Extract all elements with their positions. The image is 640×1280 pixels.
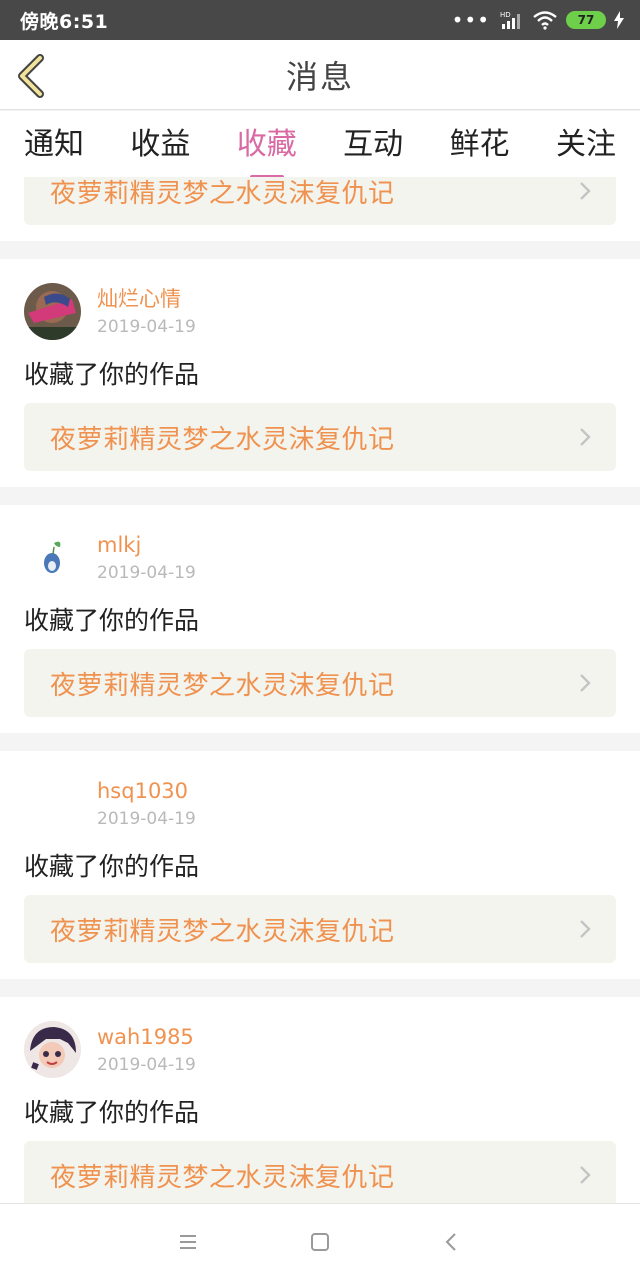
chevron-right-icon xyxy=(580,920,591,938)
chevron-right-icon xyxy=(580,182,591,200)
tab-bar: 通知 收益 收藏 互动 鲜花 关注 xyxy=(0,111,640,177)
message-card: wah1985 2019-04-19 收藏了你的作品 夜萝莉精灵梦之水灵沫复仇记 xyxy=(0,997,640,1203)
work-title: 夜萝莉精灵梦之水灵沫复仇记 xyxy=(50,670,395,701)
action-text: 收藏了你的作品 xyxy=(24,360,200,389)
divider xyxy=(0,487,640,505)
signal-icon: HD xyxy=(500,11,520,29)
user-info: 灿烂心情 2019-04-19 xyxy=(24,283,616,341)
message-date: 2019-04-19 xyxy=(97,1055,196,1075)
user-info: wah1985 2019-04-19 xyxy=(24,1021,616,1079)
message-date: 2019-04-19 xyxy=(97,809,196,829)
message-list: 夜萝莉精灵梦之水灵沫复仇记 灿烂心情 2019-04-19 收藏了你的作品 夜萝… xyxy=(0,177,640,1203)
user-info: mlkj 2019-04-19 xyxy=(24,529,616,587)
menu-icon[interactable] xyxy=(177,1233,199,1251)
chevron-right-icon xyxy=(580,1166,591,1184)
wifi-icon xyxy=(533,11,557,30)
work-link[interactable]: 夜萝莉精灵梦之水灵沫复仇记 xyxy=(24,649,616,717)
username[interactable]: 灿烂心情 xyxy=(97,285,196,313)
message-card: 灿烂心情 2019-04-19 收藏了你的作品 夜萝莉精灵梦之水灵沫复仇记 xyxy=(0,259,640,487)
work-title: 夜萝莉精灵梦之水灵沫复仇记 xyxy=(50,916,395,947)
work-link[interactable]: 夜萝莉精灵梦之水灵沫复仇记 xyxy=(24,177,616,225)
work-link[interactable]: 夜萝莉精灵梦之水灵沫复仇记 xyxy=(24,1141,616,1203)
username[interactable]: hsq1030 xyxy=(97,777,196,805)
username[interactable]: wah1985 xyxy=(97,1023,196,1051)
message-card: hsq1030 2019-04-19 收藏了你的作品 夜萝莉精灵梦之水灵沫复仇记 xyxy=(0,751,640,979)
message-card: 夜萝莉精灵梦之水灵沫复仇记 xyxy=(0,177,640,241)
divider xyxy=(0,979,640,997)
tab-follows[interactable]: 关注 xyxy=(556,119,616,169)
chevron-right-icon xyxy=(580,674,591,692)
username[interactable]: mlkj xyxy=(97,531,196,559)
tab-flowers[interactable]: 鲜花 xyxy=(450,119,510,169)
work-title: 夜萝莉精灵梦之水灵沫复仇记 xyxy=(50,424,395,455)
chevron-right-icon xyxy=(580,428,591,446)
message-date: 2019-04-19 xyxy=(97,317,196,337)
charging-icon xyxy=(614,11,624,29)
work-link[interactable]: 夜萝莉精灵梦之水灵沫复仇记 xyxy=(24,895,616,963)
nav-back-icon[interactable] xyxy=(441,1231,463,1253)
user-meta: mlkj 2019-04-19 xyxy=(97,529,196,587)
tab-earnings[interactable]: 收益 xyxy=(130,119,190,169)
tab-notifications[interactable]: 通知 xyxy=(24,119,84,169)
avatar[interactable] xyxy=(24,529,81,586)
notification-dots-icon: ••• xyxy=(451,8,490,32)
divider xyxy=(0,241,640,259)
user-meta: wah1985 2019-04-19 xyxy=(97,1021,196,1079)
divider xyxy=(0,733,640,751)
tab-interactions[interactable]: 互动 xyxy=(343,119,403,169)
message-date: 2019-04-19 xyxy=(97,563,196,583)
avatar[interactable] xyxy=(24,775,81,832)
work-title: 夜萝莉精灵梦之水灵沫复仇记 xyxy=(50,1162,395,1193)
work-link[interactable]: 夜萝莉精灵梦之水灵沫复仇记 xyxy=(24,403,616,471)
user-info: hsq1030 2019-04-19 xyxy=(24,775,616,833)
action-text: 收藏了你的作品 xyxy=(24,606,200,635)
page-title: 消息 xyxy=(285,57,354,96)
user-meta: hsq1030 2019-04-19 xyxy=(97,775,196,833)
user-meta: 灿烂心情 2019-04-19 xyxy=(97,283,196,341)
battery-level: 77 xyxy=(577,13,595,27)
avatar[interactable] xyxy=(24,1021,81,1078)
network-type: HD xyxy=(500,11,511,19)
home-icon[interactable] xyxy=(309,1231,331,1253)
battery-icon: 77 xyxy=(566,11,606,29)
status-time: 傍晚6:51 xyxy=(20,10,109,33)
header: 消息 xyxy=(0,40,640,110)
avatar[interactable] xyxy=(24,283,81,340)
system-nav-bar xyxy=(0,1203,640,1280)
work-title: 夜萝莉精灵梦之水灵沫复仇记 xyxy=(50,178,395,209)
action-text: 收藏了你的作品 xyxy=(24,852,200,881)
back-icon[interactable] xyxy=(14,54,54,98)
action-text: 收藏了你的作品 xyxy=(24,1098,200,1127)
message-card: mlkj 2019-04-19 收藏了你的作品 夜萝莉精灵梦之水灵沫复仇记 xyxy=(0,505,640,733)
tab-favorites[interactable]: 收藏 xyxy=(237,119,297,169)
status-bar: 傍晚6:51 ••• HD 77 xyxy=(0,0,640,40)
status-icons: ••• HD 77 xyxy=(452,8,624,32)
